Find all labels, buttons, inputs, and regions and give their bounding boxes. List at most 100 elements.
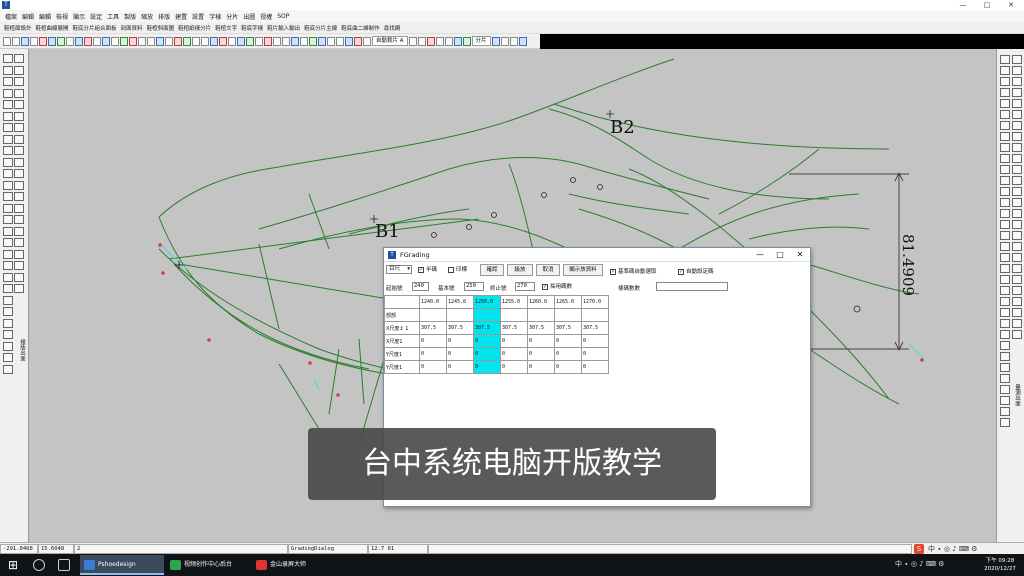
- tool-icon[interactable]: [509, 36, 518, 46]
- table-cell[interactable]: 307.5: [419, 321, 447, 335]
- left-tool-icon[interactable]: [3, 215, 13, 224]
- tool-icon[interactable]: [518, 36, 527, 46]
- right-tool-icon[interactable]: [1012, 176, 1022, 185]
- command-item[interactable]: 鞋楦面設計: [4, 24, 32, 32]
- left-tool-icon[interactable]: [3, 111, 13, 121]
- table-row-header[interactable]: X尺度↕ 1: [384, 321, 420, 335]
- menu-item[interactable]: 製版: [124, 12, 136, 21]
- right-tool-icon[interactable]: [1012, 286, 1022, 295]
- table-cell[interactable]: [581, 308, 609, 322]
- left-tool-icon[interactable]: [3, 318, 13, 328]
- menu-item[interactable]: 設定: [90, 12, 102, 21]
- left-tool-icon[interactable]: [3, 249, 13, 259]
- left-tool-icon[interactable]: [14, 272, 24, 282]
- tool-icon[interactable]: [491, 36, 500, 46]
- right-tool-icon[interactable]: [1000, 418, 1010, 427]
- right-tool-icon[interactable]: [1000, 253, 1010, 262]
- right-tool-icon[interactable]: [1012, 143, 1022, 152]
- tool-icon[interactable]: [165, 36, 173, 46]
- table-cell[interactable]: 0: [419, 360, 447, 374]
- table-cell[interactable]: 0: [500, 360, 528, 374]
- tool-label-b[interactable]: 分片: [471, 36, 491, 46]
- left-tool-icon[interactable]: [14, 215, 24, 224]
- menu-item[interactable]: 工具: [107, 12, 119, 21]
- table-header-cell[interactable]: 1260.0: [527, 295, 555, 309]
- right-tool-icon[interactable]: [1000, 297, 1010, 306]
- left-tool-icon[interactable]: [3, 100, 13, 109]
- close-button[interactable]: ✕: [1000, 0, 1022, 10]
- tool-icon[interactable]: [75, 36, 83, 46]
- size-count-input[interactable]: [656, 282, 728, 291]
- left-tool-icon[interactable]: [14, 111, 24, 121]
- left-tool-icon[interactable]: [14, 100, 24, 109]
- left-tool-icon[interactable]: [3, 353, 13, 362]
- left-tool-icon[interactable]: [3, 192, 13, 201]
- left-tool-icon[interactable]: [3, 65, 13, 75]
- right-tool-icon[interactable]: [1000, 385, 1010, 394]
- right-tool-icon[interactable]: [1000, 198, 1010, 207]
- menu-item[interactable]: 分片: [226, 12, 238, 21]
- left-tool-icon[interactable]: [14, 238, 24, 247]
- left-tool-icon[interactable]: [3, 169, 13, 178]
- left-tool-icon[interactable]: [3, 157, 13, 167]
- table-cell[interactable]: 0: [419, 347, 447, 361]
- table-cell[interactable]: 0: [527, 347, 555, 361]
- table-cell[interactable]: [446, 308, 474, 322]
- tool-icon[interactable]: [57, 36, 65, 46]
- left-tool-icon[interactable]: [3, 284, 13, 293]
- left-tool-icon[interactable]: [14, 146, 24, 155]
- left-tool-icon[interactable]: [3, 54, 13, 63]
- command-item[interactable]: 鞋楦文字: [215, 24, 237, 32]
- right-tool-icon[interactable]: [1012, 88, 1022, 97]
- auto-size-checkbox[interactable]: ✓ 自動設定碼: [678, 267, 714, 275]
- table-cell[interactable]: 0: [446, 347, 474, 361]
- left-tool-icon[interactable]: [3, 330, 13, 339]
- right-tool-icon[interactable]: [1000, 308, 1010, 317]
- left-tool-icon[interactable]: [3, 88, 13, 98]
- table-cell[interactable]: 0: [527, 360, 555, 374]
- menu-item[interactable]: 編輯: [39, 12, 51, 21]
- table-cell[interactable]: 0: [473, 334, 501, 348]
- right-tool-icon[interactable]: [1000, 407, 1010, 416]
- table-cell[interactable]: 0: [554, 347, 582, 361]
- right-tool-icon[interactable]: [1000, 352, 1010, 361]
- left-tool-icon[interactable]: [3, 180, 13, 190]
- tool-icon[interactable]: [363, 36, 371, 46]
- tool-icon[interactable]: [120, 36, 128, 46]
- right-tool-icon[interactable]: [1012, 220, 1022, 229]
- right-tool-icon[interactable]: [1012, 297, 1022, 306]
- right-tool-icon[interactable]: [1000, 330, 1010, 339]
- right-tool-icon[interactable]: [1012, 319, 1022, 328]
- right-tool-icon[interactable]: [1000, 319, 1010, 328]
- table-header-cell[interactable]: [384, 295, 420, 309]
- table-header-cell[interactable]: 1265.0: [554, 295, 582, 309]
- right-tool-icon[interactable]: [1000, 110, 1010, 119]
- right-tool-icon[interactable]: [1012, 275, 1022, 284]
- command-item[interactable]: 鞋底分片組合面板: [73, 24, 117, 32]
- tool-icon[interactable]: [174, 36, 182, 46]
- left-tool-icon[interactable]: [3, 238, 13, 247]
- base-size-input[interactable]: 250: [464, 282, 484, 291]
- right-tool-icon[interactable]: [1012, 187, 1022, 196]
- tool-icon[interactable]: [291, 36, 299, 46]
- tool-icon[interactable]: [354, 36, 362, 46]
- right-tool-icon[interactable]: [1000, 396, 1010, 405]
- right-tool-icon[interactable]: [1012, 55, 1022, 64]
- right-tool-icon[interactable]: [1012, 77, 1022, 86]
- table-cell[interactable]: 0: [500, 334, 528, 348]
- menu-item[interactable]: 編輯: [22, 12, 34, 21]
- left-tool-icon[interactable]: [3, 272, 13, 282]
- start-icon[interactable]: ⊞: [6, 558, 20, 572]
- menu-item[interactable]: 檔案: [5, 12, 17, 21]
- menu-item[interactable]: 建置: [175, 12, 187, 21]
- table-cell[interactable]: 0: [446, 334, 474, 348]
- show-data-button[interactable]: 顯示放資料: [563, 264, 603, 276]
- ime-icon[interactable]: S: [914, 544, 924, 554]
- taskbar-app[interactable]: 金山录屏大师: [252, 555, 336, 575]
- dialog-title-bar[interactable]: T FGrading — □ ✕: [384, 248, 810, 262]
- right-tool-icon[interactable]: [1000, 242, 1010, 251]
- size-mode-checkbox[interactable]: ✓ 採用碼數: [542, 282, 572, 290]
- left-tool-icon[interactable]: [14, 157, 24, 167]
- table-cell[interactable]: 0: [581, 334, 609, 348]
- command-item[interactable]: 鞋楦斜面圖: [147, 24, 175, 32]
